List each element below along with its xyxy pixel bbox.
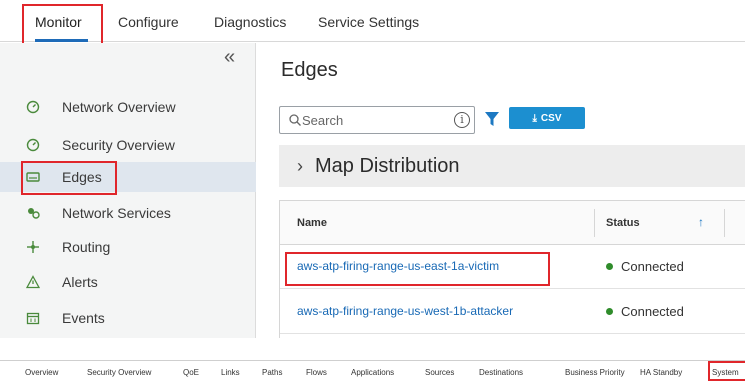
sidebar-item-label: Network Overview xyxy=(62,99,176,115)
sidebar-item-events[interactable]: Events xyxy=(0,303,256,333)
edge-detail-tabs: Overview Security Overview QoE Links Pat… xyxy=(0,360,745,381)
tab-sources[interactable]: Sources xyxy=(425,368,454,377)
connected-status-dot xyxy=(606,263,613,271)
tab-security-overview[interactable]: Security Overview xyxy=(87,368,151,377)
sidebar-item-alerts[interactable]: Alerts xyxy=(0,267,256,297)
routing-icon xyxy=(27,241,39,253)
top-navigation: Monitor Configure Diagnostics Service Se… xyxy=(0,0,745,42)
tab-service-settings[interactable]: Service Settings xyxy=(318,14,419,30)
active-tab-indicator xyxy=(35,39,88,42)
column-header-name[interactable]: Name xyxy=(297,217,327,229)
table-header: Name Status ↑ xyxy=(280,201,745,245)
info-icon[interactable]: i xyxy=(454,112,470,128)
table-row[interactable]: aws-atp-firing-range-us-west-1b-attacker… xyxy=(280,290,745,334)
tab-overview[interactable]: Overview xyxy=(25,368,58,377)
sidebar-item-security-overview[interactable]: Security Overview xyxy=(0,130,256,160)
edge-device-icon xyxy=(26,172,40,182)
tab-diagnostics[interactable]: Diagnostics xyxy=(214,14,286,30)
download-icon: ⤓ xyxy=(532,112,537,124)
collapse-sidebar-icon[interactable]: « xyxy=(224,47,235,67)
status-cell: Connected xyxy=(606,259,684,274)
column-header-status[interactable]: Status xyxy=(606,217,640,229)
chevron-right-icon: › xyxy=(297,156,303,176)
sidebar-item-routing[interactable]: Routing xyxy=(0,232,256,262)
map-distribution-section[interactable]: › Map Distribution xyxy=(279,145,745,187)
status-cell: Connected xyxy=(606,304,684,319)
tab-flows[interactable]: Flows xyxy=(306,368,327,377)
status-text: Connected xyxy=(621,259,684,274)
sidebar-item-edges[interactable]: Edges xyxy=(0,162,256,192)
status-text: Connected xyxy=(621,304,684,319)
sidebar-item-label: Edges xyxy=(62,169,102,185)
sidebar-item-network-services[interactable]: Network Services xyxy=(0,198,256,228)
column-divider xyxy=(594,209,595,237)
search-box[interactable]: i xyxy=(279,106,475,134)
sidebar: « Network Overview Security Overview Edg… xyxy=(0,43,256,338)
sidebar-item-label: Events xyxy=(62,310,105,326)
map-distribution-title: Map Distribution xyxy=(315,155,460,177)
tab-applications[interactable]: Applications xyxy=(351,368,394,377)
search-input[interactable] xyxy=(302,111,442,129)
tab-system[interactable]: System xyxy=(712,368,739,377)
edge-name-link[interactable]: aws-atp-firing-range-us-west-1b-attacker xyxy=(297,304,513,318)
sidebar-item-label: Routing xyxy=(62,239,111,255)
tab-destinations[interactable]: Destinations xyxy=(479,368,523,377)
tab-links[interactable]: Links xyxy=(221,368,240,377)
tab-monitor[interactable]: Monitor xyxy=(35,14,82,30)
edges-table: Name Status ↑ aws-atp-firing-range-us-ea… xyxy=(279,200,745,338)
tab-qoe[interactable]: QoE xyxy=(183,368,199,377)
edge-name-link[interactable]: aws-atp-firing-range-us-east-1a-victim xyxy=(297,259,499,273)
gauge-icon xyxy=(26,100,40,114)
filter-icon[interactable] xyxy=(485,111,499,127)
tab-ha-standby[interactable]: HA Standby xyxy=(640,368,682,377)
page-title: Edges xyxy=(281,59,338,81)
export-csv-button[interactable]: ⤓ CSV xyxy=(509,107,585,129)
tab-paths[interactable]: Paths xyxy=(262,368,282,377)
sort-ascending-icon[interactable]: ↑ xyxy=(698,215,704,229)
sidebar-item-label: Security Overview xyxy=(62,137,175,153)
table-row[interactable]: aws-atp-firing-range-us-east-1a-victim C… xyxy=(280,245,745,289)
main-content: Edges i ⤓ CSV › Map Distribution Name St… xyxy=(257,43,745,338)
sidebar-item-label: Alerts xyxy=(62,274,98,290)
gauge-icon xyxy=(26,138,40,152)
connected-status-dot xyxy=(606,308,613,316)
sidebar-item-label: Network Services xyxy=(62,205,171,221)
csv-label: CSV xyxy=(540,112,562,124)
network-services-icon xyxy=(28,208,40,219)
alert-icon xyxy=(26,275,40,289)
search-icon xyxy=(289,114,301,126)
tab-configure[interactable]: Configure xyxy=(118,14,179,30)
tab-business-priority[interactable]: Business Priority xyxy=(565,368,625,377)
sidebar-item-network-overview[interactable]: Network Overview xyxy=(0,92,256,122)
column-divider xyxy=(724,209,725,237)
calendar-icon xyxy=(26,312,40,325)
